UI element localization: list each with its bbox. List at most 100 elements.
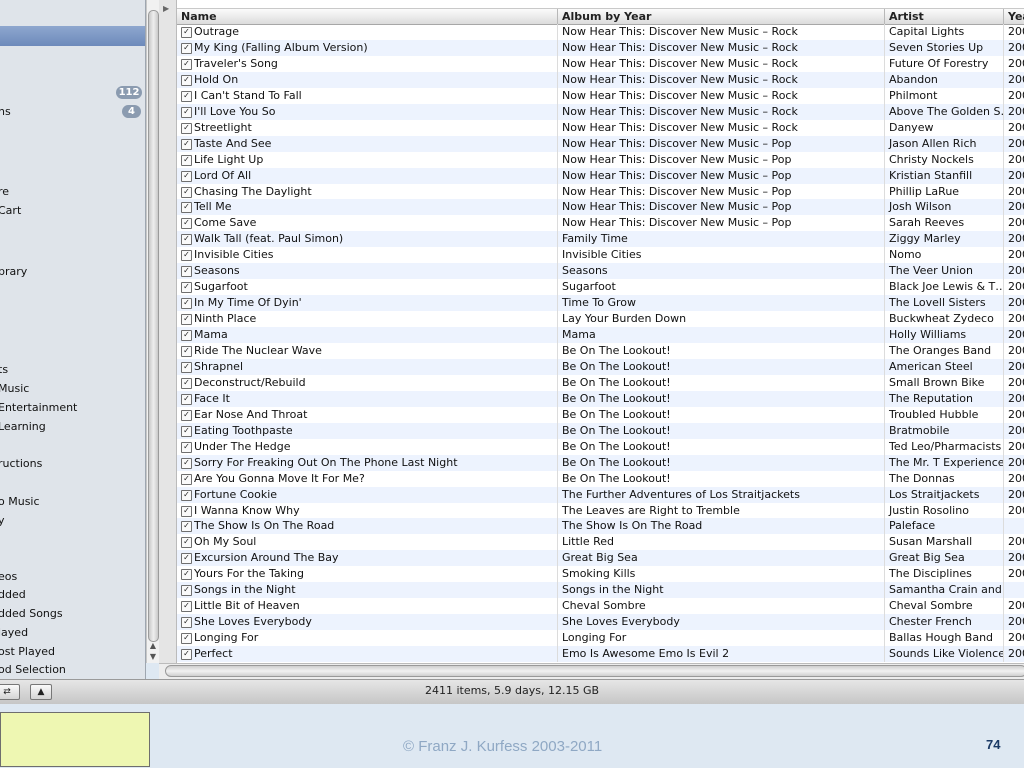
scroll-down-arrow-icon[interactable]: ▼ <box>147 652 159 662</box>
track-artist: American Steel <box>884 358 1003 375</box>
track-year: 200 <box>1003 311 1024 328</box>
table-row[interactable]: ✓ Sugarfoot Sugarfoot Black Joe Lewis & T… 2… <box>177 279 1024 296</box>
sidebar-item[interactable]: Entertainment <box>0 401 77 414</box>
sidebar-scrollbar-thumb[interactable] <box>148 10 159 642</box>
track-year: 200 <box>1003 87 1024 104</box>
table-row[interactable]: ✓ I Wanna Know Why The Leaves are Right to… <box>177 502 1024 519</box>
column-header-album[interactable]: Album by Year <box>557 9 884 24</box>
table-row[interactable]: ✓ The Show Is On The Road The Show Is On T… <box>177 518 1024 535</box>
track-album: Emo Is Awesome Emo Is Evil 2 <box>557 646 884 663</box>
sidebar-selected-item[interactable] <box>0 26 145 46</box>
table-row[interactable]: ✓ My King (Falling Album Version) Now Hear… <box>177 39 1024 56</box>
table-row[interactable]: ✓ Little Bit of Heaven Cheval Sombre Cheval… <box>177 598 1024 615</box>
track-album: Be On The Lookout! <box>557 406 884 423</box>
table-row[interactable]: ✓ Taste And See Now Hear This: Discover Ne… <box>177 135 1024 152</box>
sidebar-item[interactable]: ts <box>0 363 8 376</box>
track-album: She Loves Everybody <box>557 614 884 631</box>
table-row[interactable]: ✓ Chasing The Daylight Now Hear This: Disc… <box>177 183 1024 200</box>
column-header-year[interactable]: Yea <box>1003 9 1024 24</box>
track-name: Excursion Around The Bay <box>194 551 339 565</box>
table-row[interactable]: ✓ Walk Tall (feat. Paul Simon) Family Time… <box>177 231 1024 248</box>
track-year: 200 <box>1003 550 1024 567</box>
track-year: 200 <box>1003 215 1024 232</box>
sidebar-item[interactable]: Learning <box>0 420 46 433</box>
track-album: Now Hear This: Discover New Music – Rock <box>557 39 884 56</box>
sidebar-count-badge: 4 <box>122 105 141 118</box>
disclosure-triangle-icon[interactable]: ▶ <box>163 4 169 13</box>
sidebar-item[interactable]: eos <box>0 570 17 583</box>
table-row[interactable]: ✓ Face It Be On The Lookout! The Reputation… <box>177 390 1024 407</box>
table-row[interactable]: ✓ Hold On Now Hear This: Discover New Musi… <box>177 71 1024 88</box>
sidebar-item[interactable]: Cart <box>0 204 21 217</box>
sidebar-item[interactable]: layed <box>0 626 28 639</box>
track-artist: Sarah Reeves <box>884 215 1003 232</box>
table-row[interactable]: ✓ Excursion Around The Bay Great Big Sea Gr… <box>177 550 1024 567</box>
track-album: Be On The Lookout! <box>557 422 884 439</box>
track-year: 200 <box>1003 598 1024 615</box>
sidebar-item[interactable]: ructions <box>0 457 42 470</box>
table-row[interactable]: ✓SeasonsSeasonsThe Veer Union200 <box>177 263 1024 280</box>
sidebar-item[interactable]: brary <box>0 265 27 278</box>
table-row[interactable]: ✓ Come Save Now Hear This: Discover New Mu… <box>177 215 1024 232</box>
track-album: Be On The Lookout! <box>557 374 884 391</box>
track-name: Sugarfoot <box>194 280 248 294</box>
sidebar-item[interactable]: ns <box>0 105 11 118</box>
table-row[interactable]: ✓MamaMamaHolly Williams200 <box>177 327 1024 344</box>
track-year: 200 <box>1003 295 1024 312</box>
table-row[interactable]: ✓ Songs in the Night Songs in the Night Sam… <box>177 582 1024 599</box>
horizontal-scrollbar-thumb[interactable] <box>165 665 1024 677</box>
track-year: 200 <box>1003 24 1024 40</box>
table-row[interactable]: ✓ Lord Of All Now Hear This: Discover New … <box>177 167 1024 184</box>
sidebar-item[interactable]: ost Played <box>0 645 55 658</box>
track-year: 200 <box>1003 646 1024 663</box>
track-artist: Great Big Sea <box>884 550 1003 567</box>
track-album: Longing For <box>557 630 884 647</box>
table-row[interactable]: ✓ Under The Hedge Be On The Lookout! Ted Le… <box>177 438 1024 455</box>
table-row[interactable]: ✓ Are You Gonna Move It For Me? Be On The … <box>177 470 1024 487</box>
sidebar-item[interactable]: o Music <box>0 495 40 508</box>
table-row[interactable]: ✓ Ear Nose And Throat Be On The Lookout! Tr… <box>177 406 1024 423</box>
table-row[interactable]: ✓ Fortune Cookie The Further Adventures of… <box>177 486 1024 503</box>
table-row[interactable]: ✓ Yours For the Taking Smoking Kills The Di… <box>177 566 1024 583</box>
table-row[interactable]: ✓Invisible CitiesInvisible CitiesNomo200 <box>177 247 1024 264</box>
sidebar-item[interactable]: re <box>0 185 9 198</box>
table-row[interactable]: ✓ Perfect Emo Is Awesome Emo Is Evil 2 Soun… <box>177 646 1024 663</box>
table-row[interactable]: ✓ In My Time Of Dyin' Time To Grow The Love… <box>177 295 1024 312</box>
track-name: Sorry For Freaking Out On The Phone Last… <box>194 455 458 469</box>
table-row[interactable]: ✓ Tell Me Now Hear This: Discover New Musi… <box>177 199 1024 216</box>
track-artist: Holly Williams <box>884 327 1003 344</box>
table-row[interactable]: ✓ Sorry For Freaking Out On The Phone Las… <box>177 454 1024 471</box>
table-row[interactable]: ✓ Shrapnel Be On The Lookout! American Stee… <box>177 358 1024 375</box>
scroll-up-arrow-icon[interactable]: ▲ <box>147 641 159 651</box>
table-row[interactable]: ✓ Ride The Nuclear Wave Be On The Lookout!… <box>177 343 1024 359</box>
track-album: Be On The Lookout! <box>557 343 884 359</box>
table-row[interactable]: ✓Oh My SoulLittle RedSusan Marshall200 <box>177 534 1024 551</box>
table-row[interactable]: ✓ Life Light Up Now Hear This: Discover Ne… <box>177 151 1024 168</box>
table-row[interactable]: ✓ Deconstruct/Rebuild Be On The Lookout! Sm… <box>177 374 1024 391</box>
table-row[interactable]: ✓ Ninth Place Lay Your Burden Down Buckwhea… <box>177 311 1024 328</box>
table-row[interactable]: ✓ She Loves Everybody She Loves Everybody C… <box>177 614 1024 631</box>
table-row[interactable]: ✓ I Can't Stand To Fall Now Hear This: Dis… <box>177 87 1024 104</box>
track-artist: Sounds Like Violence <box>884 646 1003 663</box>
track-artist: Above The Golden S… <box>884 103 1003 120</box>
sidebar-item[interactable]: dded <box>0 588 26 601</box>
table-row[interactable]: ✓ Longing For Longing For Ballas Hough Band… <box>177 630 1024 647</box>
column-header-name[interactable]: Name <box>177 9 557 24</box>
sidebar-item[interactable]: y <box>0 514 5 527</box>
track-artist: The Donnas <box>884 470 1003 487</box>
sidebar-item[interactable]: Music <box>0 382 29 395</box>
track-artist: The Oranges Band <box>884 343 1003 359</box>
track-artist: Philmont <box>884 87 1003 104</box>
sidebar-item[interactable]: od Selection <box>0 663 66 676</box>
track-album: Invisible Cities <box>557 247 884 264</box>
track-artist: Kristian Stanfill <box>884 167 1003 184</box>
table-row[interactable]: ✓ I'll Love You So Now Hear This: Discover… <box>177 103 1024 120</box>
table-row[interactable]: ✓ Outrage Now Hear This: Discover New Musi… <box>177 24 1024 40</box>
table-row[interactable]: ✓ Traveler's Song Now Hear This: Discover … <box>177 55 1024 72</box>
sidebar-item[interactable]: dded Songs <box>0 607 63 620</box>
column-header-artist[interactable]: Artist <box>884 9 1003 24</box>
table-row[interactable]: ✓ Streetlight Now Hear This: Discover New … <box>177 119 1024 136</box>
table-row[interactable]: ✓ Eating Toothpaste Be On The Lookout! Brat… <box>177 422 1024 439</box>
track-album: Songs in the Night <box>557 582 884 599</box>
track-album: Little Red <box>557 534 884 551</box>
